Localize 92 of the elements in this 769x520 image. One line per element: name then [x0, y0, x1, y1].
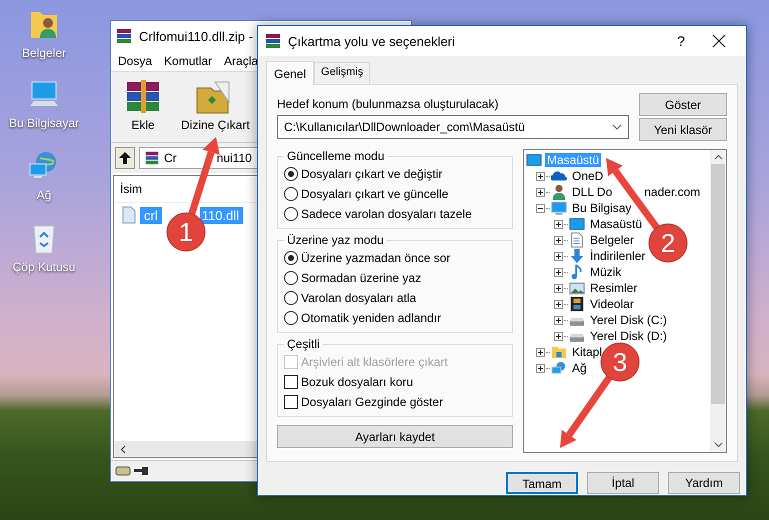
radio-button[interactable] [284, 166, 298, 180]
radio-button[interactable] [284, 290, 298, 304]
scroll-left-icon[interactable] [120, 444, 126, 454]
tree-item[interactable]: Ağ [570, 361, 589, 375]
option-label[interactable]: Üzerine yazmadan önce sor [301, 250, 450, 264]
expand-toggle-icon[interactable] [554, 220, 563, 228]
expand-toggle-icon[interactable] [554, 332, 563, 340]
expand-toggle-icon[interactable] [536, 204, 545, 212]
window-title: Crlfomui110.dll.zip - [139, 28, 253, 44]
tree-item[interactable]: Müzik [588, 265, 624, 279]
landscape-picture-icon [569, 282, 585, 294]
document-icon [569, 232, 585, 248]
group-title: Üzerine yaz modu [286, 233, 385, 247]
dialog-button[interactable]: İptal [587, 472, 659, 494]
scroll-down-icon[interactable] [714, 442, 722, 448]
radio-button[interactable] [284, 270, 298, 284]
drive-and-key-icon [115, 465, 149, 477]
expand-toggle-icon[interactable] [536, 188, 545, 196]
dialog-title: Çıkartma yolu ve seçenekleri [288, 34, 456, 48]
expand-toggle-icon[interactable] [554, 316, 563, 324]
help-button[interactable]: ? [666, 33, 696, 49]
checkbox[interactable] [284, 374, 298, 388]
option-label[interactable]: Sadece varolan dosyaları tazele [301, 206, 472, 220]
option-label[interactable]: Sormadan üzerine yaz [301, 270, 422, 284]
option-label[interactable]: Varolan dosyaları atla [301, 290, 416, 304]
scroll-up-icon[interactable] [714, 154, 722, 160]
archive-books-icon [264, 32, 282, 50]
side-button[interactable]: Yeni klasör [639, 118, 727, 141]
down-arrow-icon [569, 248, 585, 264]
archive-books-icon [144, 150, 160, 166]
tab[interactable]: Gelişmiş [314, 62, 370, 84]
expand-toggle-icon[interactable] [554, 252, 563, 260]
tree-item[interactable]: Bu Bilgisay [570, 201, 634, 215]
group-title: Çeşitli [286, 337, 321, 351]
menu-item[interactable]: Araçla [224, 54, 258, 68]
tree-item[interactable]: Yerel Disk (C:) [588, 313, 669, 327]
destination-combo-box[interactable]: C:\Kullanıcılar\DllDownloader_com\Masaüstü [277, 115, 629, 139]
tree-item[interactable]: İndirilenler [588, 249, 648, 263]
user-icon [551, 184, 567, 200]
tree-item-fragment[interactable]: nader.com [644, 185, 700, 199]
tree-item-fragment[interactable]: DLL Do [572, 185, 612, 199]
up-arrow-icon [118, 151, 132, 165]
dialog-button[interactable]: Yardım [668, 472, 740, 494]
toolbar-button[interactable]: Ekle [119, 76, 167, 138]
expand-toggle-icon[interactable] [554, 300, 563, 308]
tab[interactable]: Genel [266, 61, 314, 85]
desktop-icon [526, 153, 542, 167]
radio-button[interactable] [284, 310, 298, 324]
folder-icon [551, 345, 567, 359]
path-text-fragment: nui110 [216, 151, 252, 165]
option-label[interactable]: Bozuk dosyaları koru [301, 374, 414, 388]
field-label: Hedef konum (bulunmazsa oluşturulacak) [277, 97, 500, 111]
vertical-scrollbar[interactable] [710, 150, 726, 452]
close-icon[interactable] [712, 34, 726, 48]
up-folder-button[interactable] [115, 147, 135, 169]
expand-toggle-icon[interactable] [554, 268, 563, 276]
tree-item[interactable]: Kitapl [570, 345, 604, 359]
tree-item[interactable]: Belgeler [588, 233, 636, 247]
dropdown-chevron-icon [612, 124, 622, 130]
save-settings-button[interactable]: Ayarları kaydet [277, 425, 513, 448]
radio-button[interactable] [284, 250, 298, 264]
expand-toggle-icon[interactable] [536, 364, 545, 372]
expand-toggle-icon[interactable] [536, 172, 545, 180]
menu-item[interactable]: Komutlar [164, 54, 212, 68]
tree-item[interactable]: Yerel Disk (D:) [588, 329, 669, 343]
option-label[interactable]: Dosyaları çıkart ve güncelle [301, 186, 448, 200]
option-label[interactable]: Dosyaları çıkart ve değiştir [301, 166, 442, 180]
toolbar-button[interactable]: Dizine Çıkart [177, 76, 254, 138]
option-label[interactable]: Otomatik yeniden adlandır [301, 310, 442, 324]
cloud-icon [551, 170, 567, 182]
network-globe-icon [551, 361, 567, 375]
dialog-button[interactable]: Tamam [506, 472, 578, 494]
computer-icon [551, 200, 567, 216]
option-label[interactable]: Dosyaları Gezginde göster [301, 394, 444, 408]
tree-item[interactable]: Resimler [588, 281, 640, 295]
tree-item[interactable]: Videolar [588, 297, 636, 311]
tree-item[interactable]: Masaüstü [588, 217, 644, 231]
tree-item[interactable]: OneD [570, 169, 606, 183]
radio-button[interactable] [284, 206, 298, 220]
archive-books-icon [115, 27, 133, 45]
expand-toggle-icon[interactable] [554, 284, 563, 292]
side-button[interactable]: Göster [639, 93, 727, 116]
film-strip-icon [569, 296, 585, 312]
file-icon [122, 206, 136, 224]
expand-toggle-icon[interactable] [536, 348, 545, 356]
path-text-fragment: Cr [164, 151, 177, 165]
checkbox[interactable] [284, 394, 298, 408]
radio-button[interactable] [284, 186, 298, 200]
expand-toggle-icon[interactable] [554, 236, 563, 244]
menu-item[interactable]: Dosya [118, 54, 152, 68]
desktop-icon [569, 217, 585, 231]
group-title: Güncelleme modu [286, 149, 386, 163]
